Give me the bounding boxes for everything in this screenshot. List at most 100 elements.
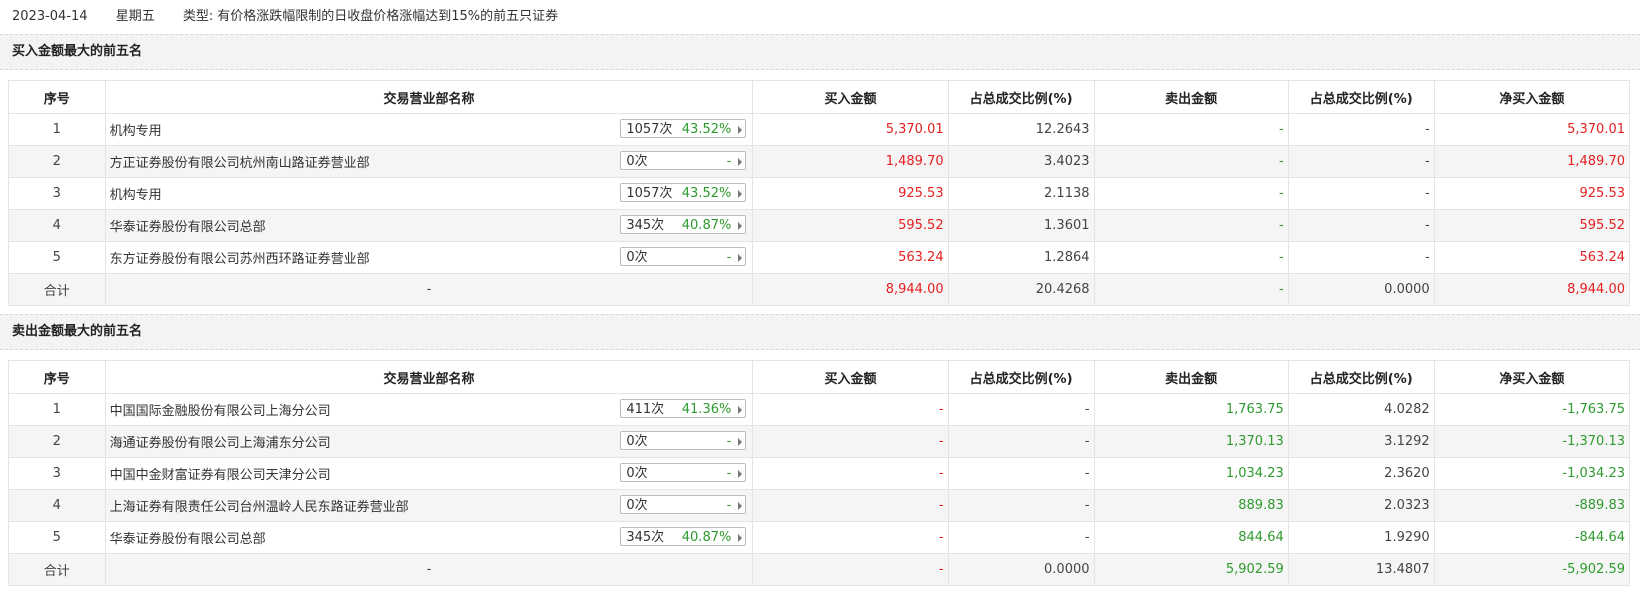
sell-ratio: 4.0282	[1287, 393, 1435, 426]
on-list-count: 345次	[626, 530, 665, 545]
buy-amount: 925.53	[752, 177, 949, 210]
sell-amount: -	[1093, 241, 1289, 274]
row-index: 3	[8, 177, 106, 210]
sell-amount: -	[1093, 145, 1289, 178]
col-header-sell-ratio: 占总成交比例(%)	[1287, 80, 1435, 114]
chevron-right-icon	[738, 126, 743, 134]
sell-amount: 1,370.13	[1093, 425, 1289, 458]
branch-name[interactable]: 方正证券股份有限公司杭州南山路证券营业部	[110, 156, 370, 171]
sell-ratio: 1.9290	[1287, 521, 1435, 554]
total-row: 合计 -8,944.00 20.4268-0.0000 8,944.00	[8, 273, 1631, 306]
sell-amount: 1,034.23	[1093, 457, 1289, 490]
col-header-sell: 卖出金额	[1093, 80, 1289, 114]
col-header-branch: 交易营业部名称	[104, 360, 754, 394]
chevron-right-icon	[738, 502, 743, 510]
branch-stats-dropdown[interactable]: 0次 -	[620, 495, 747, 514]
total-label: 合计	[8, 553, 106, 586]
buy-amount: -	[752, 489, 949, 522]
row-index: 5	[8, 241, 106, 274]
on-list-count: 411次	[626, 402, 665, 417]
buy-amount: -	[752, 457, 949, 490]
table-row: 3 机构专用 1057次 43.52% 925.53 2.1138- -925.53	[8, 177, 1631, 210]
buy-top5-table: 序号 交易营业部名称 买入金额 占总成交比例(%) 卖出金额 占总成交比例(%)…	[8, 80, 1631, 306]
branch-name[interactable]: 华泰证券股份有限公司总部	[110, 532, 266, 547]
sell-amount: -	[1093, 113, 1289, 146]
success-rate: 40.87%	[681, 218, 732, 233]
success-rate: -	[726, 250, 732, 265]
success-rate: -	[726, 498, 732, 513]
branch-stats-dropdown[interactable]: 411次 41.36%	[620, 399, 747, 418]
branch-name[interactable]: 中国国际金融股份有限公司上海分公司	[110, 404, 331, 419]
branch-stats-dropdown[interactable]: 0次 -	[620, 151, 747, 170]
branch-name[interactable]: 机构专用	[110, 188, 162, 203]
sell-top5-table: 序号 交易营业部名称 买入金额 占总成交比例(%) 卖出金额 占总成交比例(%)…	[8, 360, 1631, 586]
branch-cell: 方正证券股份有限公司杭州南山路证券营业部 0次 -	[104, 145, 754, 178]
sell-amount: 889.83	[1093, 489, 1289, 522]
branch-stats-dropdown[interactable]: 345次 40.87%	[620, 215, 747, 234]
branch-name[interactable]: 海通证券股份有限公司上海浦东分公司	[110, 436, 331, 451]
total-branch: -	[104, 273, 754, 306]
row-index: 4	[8, 209, 106, 242]
branch-stats-dropdown[interactable]: 0次 -	[620, 247, 747, 266]
branch-name[interactable]: 华泰证券股份有限公司总部	[110, 220, 266, 235]
buy-amount: 1,489.70	[752, 145, 949, 178]
branch-stats-dropdown[interactable]: 0次 -	[620, 463, 747, 482]
chevron-right-icon	[738, 158, 743, 166]
col-header-index: 序号	[8, 360, 106, 394]
table-row: 5 东方证券股份有限公司苏州西环路证券营业部 0次 -563.24 1.2864- -56…	[8, 241, 1631, 274]
date-label: 2023-04-14	[12, 9, 88, 24]
sell-ratio: -	[1287, 145, 1435, 178]
dragon-tiger-page: 2023-04-14 星期五 类型: 有价格涨跌幅限制的日收盘价格涨幅达到15%的…	[0, 0, 1648, 598]
on-list-count: 0次	[626, 466, 648, 481]
table-header-row: 序号 交易营业部名称 买入金额 占总成交比例(%) 卖出金额 占总成交比例(%)…	[8, 80, 1631, 114]
type-label: 类型:	[182, 9, 214, 24]
col-header-buy: 买入金额	[752, 80, 949, 114]
col-header-buy-ratio: 占总成交比例(%)	[947, 80, 1095, 114]
buy-ratio: -	[947, 521, 1095, 554]
branch-cell: 华泰证券股份有限公司总部 345次 40.87%	[104, 521, 754, 554]
sell-amount: -	[1093, 209, 1289, 242]
buy-ratio: -	[947, 393, 1095, 426]
chevron-right-icon	[738, 222, 743, 230]
success-rate: -	[726, 434, 732, 449]
total-sell: 5,902.59	[1093, 553, 1289, 586]
col-header-net: 净买入金额	[1433, 80, 1631, 114]
row-index: 5	[8, 521, 106, 554]
sell-ratio: 2.3620	[1287, 457, 1435, 490]
buy-section-title: 买入金额最大的前五名	[0, 34, 1640, 70]
buy-amount: -	[752, 425, 949, 458]
col-header-sell: 卖出金额	[1093, 360, 1289, 394]
chevron-right-icon	[738, 438, 743, 446]
col-header-net: 净买入金额	[1433, 360, 1631, 394]
buy-ratio: 12.2643	[947, 113, 1095, 146]
branch-name[interactable]: 机构专用	[110, 124, 162, 139]
branch-name[interactable]: 上海证券有限责任公司台州温岭人民东路证券营业部	[110, 500, 409, 515]
row-index: 1	[8, 393, 106, 426]
sell-amount: 844.64	[1093, 521, 1289, 554]
success-rate: -	[726, 154, 732, 169]
buy-ratio: -	[947, 489, 1095, 522]
branch-stats-dropdown[interactable]: 1057次 43.52%	[620, 183, 747, 202]
branch-cell: 海通证券股份有限公司上海浦东分公司 0次 -	[104, 425, 754, 458]
branch-cell: 中国中金财富证券有限公司天津分公司 0次 -	[104, 457, 754, 490]
col-header-buy: 买入金额	[752, 360, 949, 394]
row-index: 2	[8, 145, 106, 178]
branch-name[interactable]: 中国中金财富证券有限公司天津分公司	[110, 468, 331, 483]
branch-stats-dropdown[interactable]: 345次 40.87%	[620, 527, 747, 546]
branch-stats-dropdown[interactable]: 1057次 43.52%	[620, 119, 747, 138]
branch-stats-dropdown[interactable]: 0次 -	[620, 431, 747, 450]
success-rate: -	[726, 466, 732, 481]
branch-cell: 华泰证券股份有限公司总部 345次 40.87%	[104, 209, 754, 242]
sell-ratio: -	[1287, 209, 1435, 242]
sell-ratio: 3.1292	[1287, 425, 1435, 458]
net-amount: -1,370.13	[1433, 425, 1631, 458]
total-sell: -	[1093, 273, 1289, 306]
net-amount: -844.64	[1433, 521, 1631, 554]
total-buy-ratio: 0.0000	[947, 553, 1095, 586]
chevron-right-icon	[738, 534, 743, 542]
col-header-sell-ratio: 占总成交比例(%)	[1287, 360, 1435, 394]
net-amount: 595.52	[1433, 209, 1631, 242]
net-amount: -1,763.75	[1433, 393, 1631, 426]
total-label: 合计	[8, 273, 106, 306]
branch-name[interactable]: 东方证券股份有限公司苏州西环路证券营业部	[110, 252, 370, 267]
